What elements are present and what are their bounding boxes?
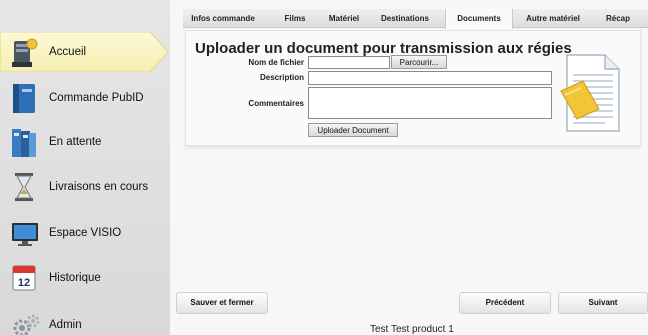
tab-destinations[interactable]: Destinations [369,9,441,28]
upload-panel: Uploader un document pour transmission a… [185,30,641,146]
hourglass-icon [15,173,33,201]
tab-documents[interactable]: Documents [445,9,513,29]
tab-recap[interactable]: Récap [598,9,638,28]
comments-label: Commentaires [248,99,304,108]
calendar-day: 12 [18,277,30,289]
folders-icon [12,129,36,157]
sidebar-item-label: Espace VISIO [49,227,122,239]
save-and-close-button[interactable]: Sauver et fermer [176,292,268,314]
sidebar-item-livraisons-en-cours[interactable]: Livraisons en cours [0,167,170,207]
sidebar-item-label: Admin [49,319,82,331]
description-label: Description [259,73,304,82]
sidebar-item-historique[interactable]: 12 Historique [0,258,170,298]
monitor-icon [12,223,38,246]
book-binder-icon [13,84,35,113]
next-button[interactable]: Suivant [558,292,648,314]
status-text: Test Test product 1 [370,324,454,335]
tab-materiel[interactable]: Matériel [319,9,369,28]
file-name-input[interactable] [308,56,390,69]
calendar-icon: 12 [12,265,36,291]
sidebar-item-espace-visio[interactable]: Espace VISIO [0,213,170,253]
description-input[interactable] [308,71,552,85]
gears-icon [13,314,40,335]
browse-button[interactable]: Parcourir... [391,55,447,69]
sidebar-item-label: Livraisons en cours [49,181,149,193]
previous-button[interactable]: Précédent [459,292,551,314]
sidebar-item-label: En attente [49,136,102,148]
server-home-icon [12,38,38,67]
sidebar-item-en-attente[interactable]: En attente [0,122,170,162]
tab-bar: Infos commande Films Matériel Destinatio… [183,9,648,29]
page-title: Uploader un document pour transmission a… [195,40,572,57]
sidebar-item-label: Commande PubID [49,92,144,104]
tab-autre-materiel[interactable]: Autre matériel [520,9,586,28]
file-label: Nom de fichier [248,58,304,67]
sidebar-item-label: Accueil [49,46,87,58]
sidebar: Accueil Commande PubID En attente Livrai… [0,0,170,335]
sidebar-item-label: Historique [49,272,101,284]
document-illustration [560,54,620,132]
tab-films[interactable]: Films [275,9,315,28]
tab-infos-commande[interactable]: Infos commande [185,9,261,28]
sidebar-item-admin[interactable]: Admin [0,305,170,335]
upload-document-button[interactable]: Uploader Document [308,123,398,137]
sidebar-item-accueil[interactable]: Accueil [0,32,170,72]
comments-textarea[interactable] [308,87,552,119]
sidebar-item-commande-pubid[interactable]: Commande PubID [0,78,170,118]
